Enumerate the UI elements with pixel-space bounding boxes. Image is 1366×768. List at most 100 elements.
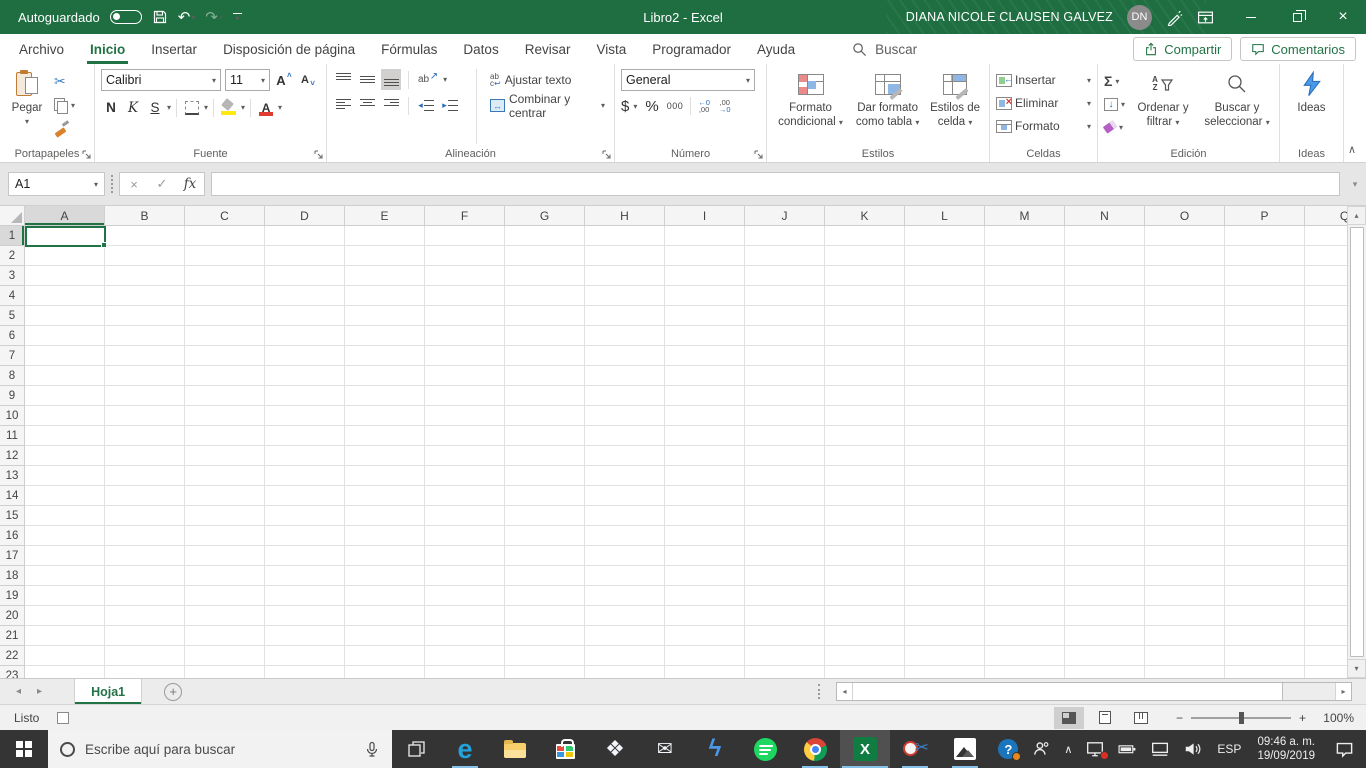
row-header-13[interactable]: 13 [0, 466, 25, 486]
copy-button[interactable]: ▾ [54, 95, 75, 115]
minimize-button[interactable] [1228, 0, 1274, 34]
taskbar-app-edge[interactable]: e [440, 730, 490, 768]
cells-area[interactable] [25, 226, 1347, 678]
undo-button[interactable]: ↶ ▾ [178, 8, 196, 26]
row-header-22[interactable]: 22 [0, 646, 25, 666]
row-header-23[interactable]: 23 [0, 666, 25, 678]
percent-button[interactable]: % [645, 98, 658, 115]
column-header-g[interactable]: G [505, 206, 585, 226]
tab-inicio[interactable]: Inicio [77, 34, 138, 64]
normal-view-button[interactable] [1053, 706, 1084, 729]
fill-handle[interactable] [101, 242, 107, 248]
avatar[interactable]: DN [1127, 4, 1152, 30]
tray-display-alert[interactable] [1079, 730, 1111, 768]
fill-color-button[interactable] [219, 97, 239, 118]
taskbar-app-photos[interactable] [940, 730, 990, 768]
task-view-button[interactable] [392, 730, 440, 768]
column-header-k[interactable]: K [825, 206, 905, 226]
tell-me-search[interactable]: Buscar [852, 42, 917, 57]
tray-hidden-icons[interactable]: ∧ [1057, 730, 1079, 768]
increase-indent-button[interactable]: ▸ [440, 95, 460, 116]
alignment-dialog-launcher[interactable] [602, 150, 611, 159]
action-center-button[interactable] [1323, 730, 1366, 768]
macro-record-button[interactable] [57, 711, 70, 724]
shrink-font-button[interactable]: A ˅ [298, 70, 318, 91]
zoom-out-button[interactable]: − [1176, 711, 1183, 725]
tab-disposici-n-de-p-gina[interactable]: Disposición de página [210, 34, 368, 64]
insert-cells-button[interactable]: Insertar▾ [996, 70, 1091, 90]
column-header-f[interactable]: F [425, 206, 505, 226]
cell-styles-button[interactable]: Estilos de celda ▾ [927, 69, 983, 144]
redo-button[interactable]: ↷ ▾ [205, 8, 223, 26]
borders-button[interactable] [182, 97, 202, 118]
currency-button[interactable]: $ [621, 98, 629, 115]
tab-f-rmulas[interactable]: Fórmulas [368, 34, 450, 64]
autosave-toggle[interactable] [109, 10, 142, 24]
orientation-dropdown[interactable]: ▾ [443, 75, 447, 84]
column-header-o[interactable]: O [1145, 206, 1225, 226]
row-header-5[interactable]: 5 [0, 306, 25, 326]
ideas-button[interactable]: Ideas [1287, 69, 1337, 144]
horizontal-scrollbar[interactable]: ◂ ▸ [836, 682, 1352, 701]
save-button[interactable] [152, 9, 168, 25]
namebox-splitter[interactable] [111, 175, 113, 193]
thousands-button[interactable]: 000 [667, 101, 684, 111]
decrease-decimal-button[interactable]: ,00 →0 [719, 99, 731, 114]
tray-help-app[interactable]: ? [991, 730, 1025, 768]
row-header-14[interactable]: 14 [0, 486, 25, 506]
font-color-dropdown[interactable]: ▾ [278, 103, 282, 112]
format-painter-button[interactable] [54, 119, 75, 139]
orientation-button[interactable]: ab ↗ [416, 69, 439, 90]
taskbar-app-file-explorer[interactable] [490, 730, 540, 768]
number-dialog-launcher[interactable] [754, 150, 763, 159]
formula-input[interactable] [211, 172, 1340, 196]
scroll-up-button[interactable]: ▴ [1347, 206, 1366, 225]
underline-button[interactable]: S [145, 97, 165, 118]
font-size-select[interactable]: 11 ▾ [225, 69, 270, 91]
taskbar-app-spotify[interactable] [740, 730, 790, 768]
clear-button[interactable]: ▾ [1102, 117, 1125, 137]
number-format-select[interactable]: General ▾ [621, 69, 755, 91]
row-header-19[interactable]: 19 [0, 586, 25, 606]
row-header-16[interactable]: 16 [0, 526, 25, 546]
merge-center-button[interactable]: ↔ Combinar y centrar ▾ [487, 92, 608, 120]
microphone-icon[interactable] [364, 740, 380, 758]
grow-font-button[interactable]: A ˄ [274, 70, 294, 91]
previous-sheet-button[interactable]: ◂ [16, 686, 21, 697]
column-header-l[interactable]: L [905, 206, 985, 226]
column-header-b[interactable]: B [105, 206, 185, 226]
taskbar-app-snipping-tool[interactable]: ✂ [890, 730, 940, 768]
name-box[interactable]: A1 ▾ [8, 172, 105, 196]
comments-button[interactable]: Comentarios [1240, 37, 1356, 61]
row-header-17[interactable]: 17 [0, 546, 25, 566]
column-header-e[interactable]: E [345, 206, 425, 226]
language-indicator[interactable]: ESP [1209, 742, 1249, 756]
delete-cells-button[interactable]: Eliminar▾ [996, 93, 1091, 113]
clock[interactable]: 09:46 a. m. 19/09/2019 [1249, 735, 1323, 763]
tab-scrollbar-splitter[interactable] [818, 684, 820, 699]
tab-revisar[interactable]: Revisar [512, 34, 584, 64]
tray-people[interactable] [1025, 730, 1057, 768]
tab-datos[interactable]: Datos [450, 34, 511, 64]
add-sheet-button[interactable]: + [164, 682, 183, 701]
column-header-d[interactable]: D [265, 206, 345, 226]
undo-dropdown[interactable]: ▾ [191, 13, 195, 22]
page-layout-view-button[interactable] [1090, 707, 1120, 729]
zoom-slider-thumb[interactable] [1238, 711, 1244, 724]
taskbar-app-lightning[interactable]: ϟ [690, 730, 740, 768]
row-header-3[interactable]: 3 [0, 266, 25, 286]
taskbar-app-mail[interactable]: ✉ [640, 730, 690, 768]
ribbon-display-options-button[interactable] [1197, 9, 1214, 26]
font-dialog-launcher[interactable] [314, 150, 323, 159]
clipboard-dialog-launcher[interactable] [82, 150, 91, 159]
taskbar-app-excel[interactable]: X [840, 730, 890, 768]
row-header-6[interactable]: 6 [0, 326, 25, 346]
wrap-text-button[interactable]: ab c↩ Ajustar texto [487, 69, 608, 90]
copy-dropdown[interactable]: ▾ [71, 101, 75, 110]
row-header-9[interactable]: 9 [0, 386, 25, 406]
vertical-scrollbar[interactable]: ▴ ▾ [1347, 206, 1366, 678]
row-header-8[interactable]: 8 [0, 366, 25, 386]
column-header-j[interactable]: J [745, 206, 825, 226]
column-header-c[interactable]: C [185, 206, 265, 226]
decrease-indent-button[interactable]: ◂ [416, 95, 436, 116]
